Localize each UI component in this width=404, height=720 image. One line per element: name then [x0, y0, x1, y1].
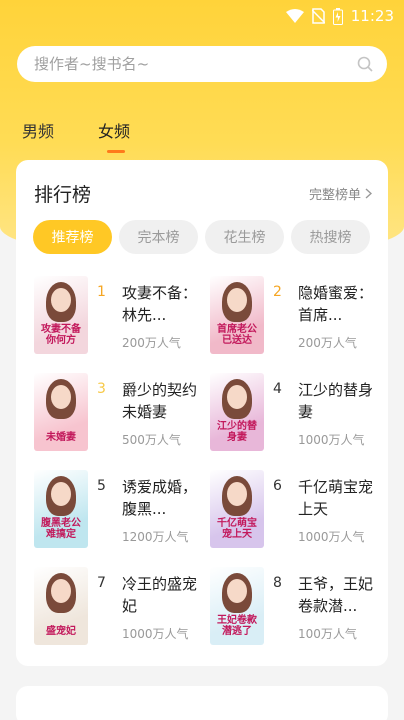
next-section-card [16, 686, 388, 720]
pill-completed[interactable]: 完本榜 [119, 220, 198, 254]
book-item[interactable]: 江少的替身妻 4 江少的替身妻 1000万人气 [210, 373, 384, 451]
book-cover: 未婚妻 [34, 373, 88, 451]
book-popularity: 1200万人气 [122, 530, 189, 544]
ranking-tabs: 推荐榜 完本榜 花生榜 热搜榜 [16, 220, 388, 254]
book-item[interactable]: 首席老公 已送达 2 隐婚蜜爱：首席... 200万人气 [210, 276, 384, 354]
book-title: 诱爱成婚，腹黑... [122, 478, 198, 518]
clock: 11:23 [350, 7, 394, 25]
book-cover: 盛宠妃 [34, 567, 88, 645]
book-title: 江少的替身妻 [298, 381, 374, 421]
book-rank: 4 [273, 381, 282, 397]
book-rank: 7 [97, 575, 106, 591]
book-cover: 江少的替身妻 [210, 373, 264, 451]
pill-peanut[interactable]: 花生榜 [205, 220, 284, 254]
book-title: 千亿萌宝宠上天 [298, 478, 374, 518]
book-rank: 8 [273, 575, 282, 591]
book-cover: 首席老公 已送达 [210, 276, 264, 354]
ranking-card: 排行榜 完整榜单 推荐榜 完本榜 花生榜 热搜榜 攻妻不备 你何方 1 攻妻不备… [16, 160, 388, 666]
book-item[interactable]: 腹黑老公 难搞定 5 诱爱成婚，腹黑... 1200万人气 [34, 470, 210, 548]
tab-male[interactable]: 男频 [22, 118, 54, 142]
book-title: 冷王的盛宠妃 [122, 575, 198, 615]
book-popularity: 100万人气 [298, 627, 357, 641]
pill-hot-search[interactable]: 热搜榜 [291, 220, 370, 254]
book-cover: 攻妻不备 你何方 [34, 276, 88, 354]
ranking-header: 排行榜 完整榜单 [16, 160, 388, 212]
chevron-right-icon [365, 187, 372, 199]
ranking-title: 排行榜 [34, 183, 92, 206]
book-grid: 攻妻不备 你何方 1 攻妻不备：林先... 200万人气 首席老公 已送达 2 隐… [34, 276, 384, 645]
book-rank: 6 [273, 478, 282, 494]
book-item[interactable]: 盛宠妃 7 冷王的盛宠妃 1000万人气 [34, 567, 210, 645]
book-cover: 王妃卷款 潜逃了 [210, 567, 264, 645]
status-bar: 11:23 [0, 0, 404, 32]
no-sim-icon [311, 8, 325, 24]
gender-tabs: 男频 女频 [22, 118, 130, 153]
battery-icon [332, 7, 343, 25]
book-popularity: 1000万人气 [298, 433, 365, 447]
book-title: 隐婚蜜爱：首席... [298, 284, 374, 324]
book-popularity: 500万人气 [122, 433, 181, 447]
book-popularity: 200万人气 [122, 336, 181, 350]
book-rank: 1 [97, 284, 106, 300]
book-popularity: 1000万人气 [298, 530, 365, 544]
wifi-icon [285, 9, 304, 23]
book-rank: 2 [273, 284, 282, 300]
book-item[interactable]: 攻妻不备 你何方 1 攻妻不备：林先... 200万人气 [34, 276, 210, 354]
book-title: 王爷，王妃卷款潜... [298, 575, 374, 615]
book-rank: 5 [97, 478, 106, 494]
book-popularity: 200万人气 [298, 336, 357, 350]
book-item[interactable]: 王妃卷款 潜逃了 8 王爷，王妃卷款潜... 100万人气 [210, 567, 384, 645]
search-bar[interactable] [17, 46, 387, 82]
book-item[interactable]: 千亿萌宝 宠上天 6 千亿萌宝宠上天 1000万人气 [210, 470, 384, 548]
tab-female[interactable]: 女频 [98, 118, 130, 153]
full-list-label: 完整榜单 [308, 187, 361, 203]
book-cover: 千亿萌宝 宠上天 [210, 470, 264, 548]
full-list-link[interactable]: 完整榜单 [309, 184, 372, 203]
book-cover: 腹黑老公 难搞定 [34, 470, 88, 548]
book-title: 爵少的契约未婚妻 [122, 381, 198, 421]
book-title: 攻妻不备：林先... [122, 284, 198, 324]
book-rank: 3 [97, 381, 106, 397]
pill-recommended[interactable]: 推荐榜 [33, 220, 112, 254]
search-icon[interactable] [357, 56, 373, 72]
book-item[interactable]: 未婚妻 3 爵少的契约未婚妻 500万人气 [34, 373, 210, 451]
book-popularity: 1000万人气 [122, 627, 189, 641]
search-input[interactable] [34, 55, 357, 73]
